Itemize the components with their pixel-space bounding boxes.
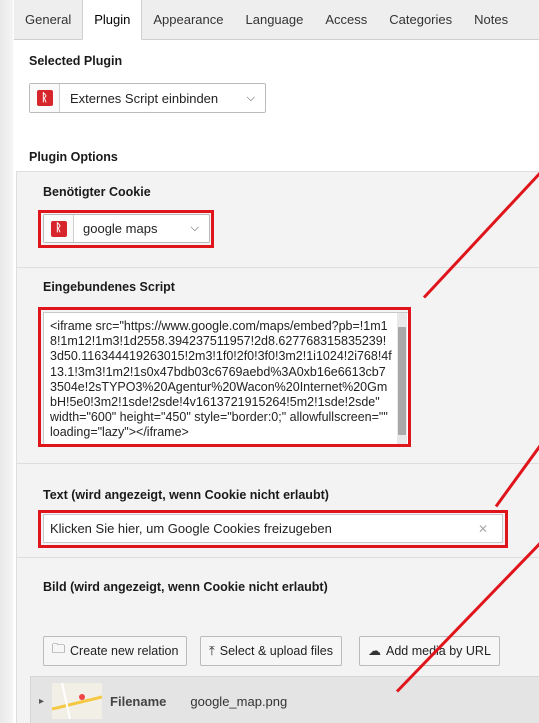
tab-access[interactable]: Access — [314, 0, 378, 39]
plugin-icon: ᚱ — [36, 90, 53, 106]
cloud-icon: ☁ — [368, 643, 381, 658]
plugin-select-value: Externes Script einbinden — [70, 90, 219, 106]
folder-icon: 🗀 — [52, 641, 66, 656]
tab-general[interactable]: General — [14, 0, 82, 39]
create-relation-button[interactable]: 🗀 Create new relation — [43, 636, 188, 666]
tab-bar: General Plugin Appearance Language Acces… — [14, 0, 539, 40]
tab-language[interactable]: Language — [235, 0, 315, 39]
text-label: Text (wird angezeigt, wenn Cookie nicht … — [43, 488, 329, 502]
upload-icon: ⤒ — [209, 643, 215, 658]
cookie-highlight — [38, 210, 214, 248]
select-upload-button[interactable]: ⤒ Select & upload files — [200, 636, 343, 666]
tab-appearance[interactable]: Appearance — [142, 0, 234, 39]
filename-value: google_map.png — [190, 693, 288, 709]
expand-arrow-icon[interactable]: ▸ — [39, 696, 44, 707]
chevron-down-icon: ⌵ — [246, 91, 255, 104]
tab-plugin[interactable]: Plugin — [82, 0, 143, 40]
script-highlight — [38, 307, 411, 447]
filename-label: Filename — [110, 693, 167, 709]
map-thumbnail-icon — [52, 683, 103, 719]
plugin-select[interactable]: ᚱ Externes Script einbinden ⌵ — [29, 83, 266, 113]
add-media-button[interactable]: ☁ Add media by URL — [359, 636, 500, 666]
tab-categories[interactable]: Categories — [378, 0, 463, 39]
tab-notes[interactable]: Notes — [463, 0, 519, 39]
file-row[interactable]: ▸ Filename google_map.png — [30, 676, 539, 723]
plugin-options-heading: Plugin Options — [29, 150, 118, 164]
script-label: Eingebundenes Script — [43, 280, 175, 294]
cookie-label: Benötigter Cookie — [43, 185, 151, 199]
select-upload-label: Select & upload files — [219, 644, 334, 658]
selected-plugin-heading: Selected Plugin — [29, 54, 123, 68]
create-relation-label: Create new relation — [70, 644, 179, 658]
plugin-icon-cell: ᚱ — [30, 84, 60, 112]
text-highlight — [38, 510, 508, 548]
file-thumbnail — [52, 683, 103, 719]
image-label: Bild (wird angezeigt, wenn Cookie nicht … — [43, 580, 328, 594]
